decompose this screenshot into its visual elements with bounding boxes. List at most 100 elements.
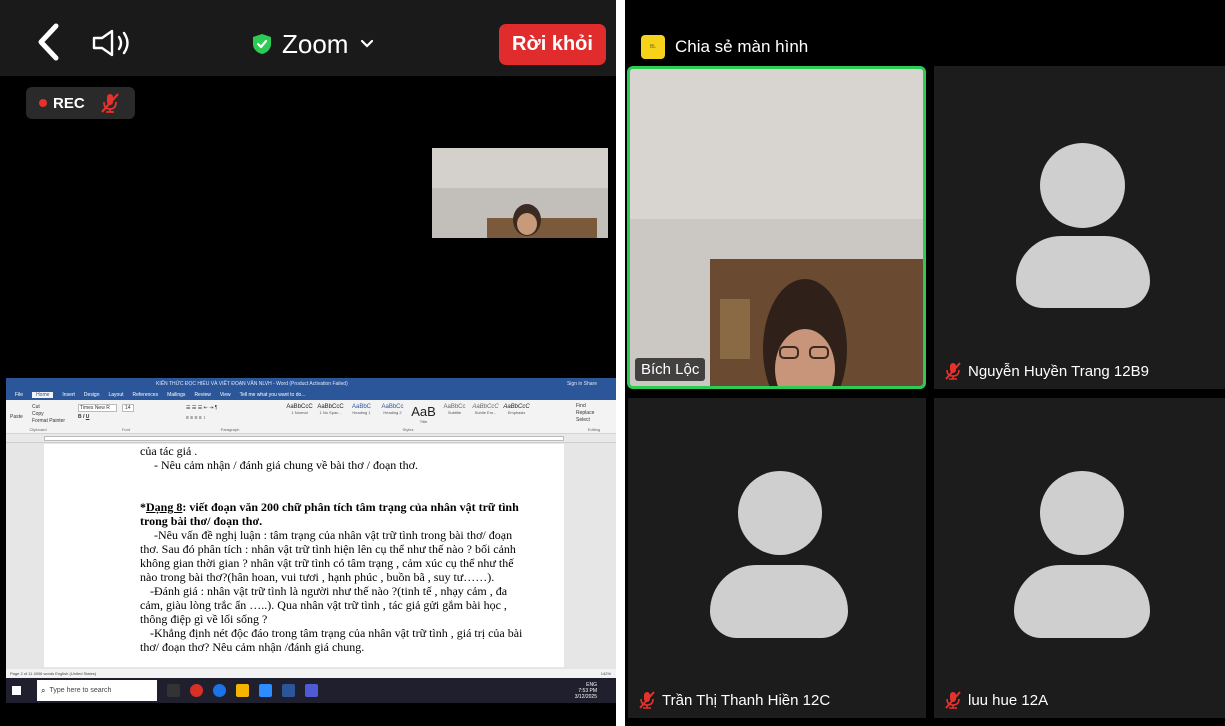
word-status-bar: Page 2 of 11 4006 words English (United … <box>6 669 616 678</box>
zoom-meeting-screen-right: BL Chia sẻ màn hình Bích Lộc Nguyễn Huyề… <box>625 0 1225 726</box>
tab-insert[interactable]: Insert <box>62 392 75 398</box>
video-frame-image <box>432 148 608 238</box>
back-chevron-icon[interactable] <box>32 22 66 62</box>
screen-share-indicator[interactable]: BL Chia sẻ màn hình <box>641 33 808 61</box>
participant-name-tag: luu hue 12A <box>944 690 1048 710</box>
find-button[interactable]: Find <box>576 403 586 409</box>
tab-mailings[interactable]: Mailings <box>167 392 185 398</box>
chrome-icon[interactable] <box>190 684 203 697</box>
style-emphasis[interactable]: AaBbCcC Emphasis <box>501 404 532 424</box>
word-document-title: KIẾN THỨC ĐỌC HIỂU VÀ VIẾT ĐOẠN VĂN NLVH… <box>156 381 348 387</box>
doc-paragraph: -Đánh giá : nhân vật trữ tình là người n… <box>140 584 508 626</box>
word-sign-in[interactable]: Sign in Share <box>567 378 597 390</box>
self-video-thumbnail[interactable] <box>432 148 608 238</box>
style-subtitle[interactable]: AaBbCc Subtitle <box>439 404 470 424</box>
participant-tile[interactable]: Nguyễn Huyền Trang 12B9 <box>934 66 1225 389</box>
select-button[interactable]: Select <box>576 417 590 423</box>
participant-name-tag: Nguyễn Huyền Trang 12B9 <box>944 361 1149 381</box>
font-size-box[interactable]: 14 <box>122 404 134 412</box>
format-painter-button[interactable]: Format Painter <box>32 418 65 424</box>
share-label: Chia sẻ màn hình <box>675 37 809 56</box>
windows-taskbar: ⌕ Type here to search ENG 7:53 PM 3/12/2… <box>6 678 616 703</box>
tab-layout[interactable]: Layout <box>109 392 124 398</box>
word-ruler <box>6 434 616 443</box>
doc-line: - Nêu cảm nhận / đánh giá chung về bài t… <box>154 458 418 472</box>
word-document-page[interactable]: của tác giả . - Nêu cảm nhận / đánh giá … <box>44 444 564 667</box>
recording-indicator: REC <box>26 87 135 119</box>
tab-home[interactable]: Home <box>32 392 54 398</box>
paste-button[interactable]: Paste <box>10 414 23 420</box>
file-explorer-icon[interactable] <box>236 684 249 697</box>
font-group: Times New R 14 B I U Font <box>76 402 176 432</box>
style-no-spacing[interactable]: AaBbCcC 1 No Spac... <box>315 404 346 424</box>
tab-references[interactable]: References <box>133 392 159 398</box>
participant-name-tag: Trần Thị Thanh Hiền 12C <box>638 690 830 710</box>
align-icons[interactable]: ≡ ≡ ≡ ≡ ↕ <box>186 415 206 421</box>
mic-muted-icon <box>945 362 961 380</box>
tab-design[interactable]: Design <box>84 392 100 398</box>
participant-tile[interactable]: Trần Thị Thanh Hiền 12C <box>628 398 926 718</box>
cut-button[interactable]: Cut <box>32 404 40 410</box>
participant-tile[interactable]: luu hue 12A <box>934 398 1225 718</box>
style-subtle-emphasis[interactable]: AaBbCcC Subtle Em... <box>470 404 501 424</box>
bold-icon[interactable]: B I U <box>78 414 89 420</box>
style-title[interactable]: AaB Title <box>408 404 439 424</box>
participant-name: Bích Lộc <box>635 358 706 381</box>
avatar-placeholder-icon <box>1040 143 1125 228</box>
word-title-bar: KIẾN THỨC ĐỌC HIỂU VÀ VIẾT ĐOẠN VĂN NLVH… <box>6 378 616 390</box>
taskbar-date: 3/12/2025 <box>574 693 597 700</box>
browser-icon[interactable] <box>213 684 226 697</box>
doc-paragraph: -Nêu vấn đề nghị luận : tâm trạng của nh… <box>140 528 516 584</box>
list-icons[interactable]: ☰ ☰ ☰ ⇤ ⇥ ¶ <box>186 405 217 411</box>
mic-muted-icon <box>945 691 961 709</box>
speaker-icon[interactable] <box>92 28 136 58</box>
styles-label: Styles <box>402 427 414 432</box>
avatar-placeholder-icon <box>1040 471 1124 555</box>
task-view-icon[interactable] <box>167 684 180 697</box>
chevron-down-icon <box>361 39 374 48</box>
paragraph-label: Paragraph <box>220 427 240 432</box>
clipboard-label: Clipboard <box>29 427 47 432</box>
word-app-icon[interactable] <box>282 684 295 697</box>
styles-gallery: AaBbCcC 1 Normal AaBbCcC 1 No Spac... AaBb… <box>284 404 532 432</box>
editing-group: Find Replace Select Editing <box>574 402 614 432</box>
avatar-placeholder-icon <box>738 471 822 555</box>
mic-muted-icon[interactable] <box>99 92 121 114</box>
font-name-box[interactable]: Times New R <box>78 404 117 412</box>
taskbar-clock[interactable]: ENG 7:53 PM 3/12/2025 <box>575 682 597 700</box>
paragraph-group: ☰ ☰ ☰ ⇤ ⇥ ¶ ≡ ≡ ≡ ≡ ↕ Paragraph <box>182 402 278 432</box>
word-ribbon: Paste Cut Copy Format Painter Clipboard … <box>6 400 616 434</box>
copy-button[interactable]: Copy <box>32 411 44 417</box>
app-icon[interactable] <box>305 684 318 697</box>
taskbar-search-box[interactable]: ⌕ Type here to search <box>37 680 157 701</box>
editing-label: Editing <box>587 427 601 432</box>
participant-video <box>630 69 923 386</box>
style-heading-2[interactable]: AaBbCc Heading 2 <box>377 404 408 424</box>
leave-button[interactable]: Rời khỏi <box>499 24 606 65</box>
tab-review[interactable]: Review <box>194 392 210 398</box>
zoom-level[interactable]: 142% <box>601 669 611 678</box>
style-normal[interactable]: AaBbCcC 1 Normal <box>284 404 315 424</box>
rec-label: REC <box>53 94 85 112</box>
search-icon: ⌕ <box>41 685 46 695</box>
taskbar-search-placeholder: Type here to search <box>49 687 112 694</box>
participant-tile-active[interactable]: Bích Lộc <box>627 66 926 389</box>
style-heading-1[interactable]: AaBbC Heading 1 <box>346 404 377 424</box>
meeting-title-text: Zoom <box>282 28 349 59</box>
doc-line: của tác giả . <box>140 444 198 458</box>
windows-start-icon[interactable] <box>12 686 21 695</box>
tell-me-box[interactable]: Tell me what you want to do... <box>240 392 306 398</box>
zoom-meeting-screen-left: Zoom Rời khỏi REC KIẾN THỨC ĐỌC HIỂU VÀ … <box>0 0 616 726</box>
font-label: Font <box>121 427 130 432</box>
meeting-title[interactable]: Zoom <box>252 26 374 62</box>
word-status-text: Page 2 of 11 4006 words English (United … <box>10 671 97 676</box>
doc-heading: *Dạng 8: viết đoạn văn 200 chữ phân tích… <box>140 500 519 528</box>
shield-check-icon <box>253 34 271 54</box>
replace-button[interactable]: Replace <box>576 410 594 416</box>
tab-file[interactable]: File <box>15 392 23 398</box>
zoom-app-icon[interactable] <box>259 684 272 697</box>
mic-muted-icon <box>639 691 655 709</box>
tab-view[interactable]: View <box>220 392 231 398</box>
word-ribbon-tabs: File Home Insert Design Layout Reference… <box>6 390 616 400</box>
zoom-top-bar: Zoom Rời khỏi <box>0 0 616 76</box>
